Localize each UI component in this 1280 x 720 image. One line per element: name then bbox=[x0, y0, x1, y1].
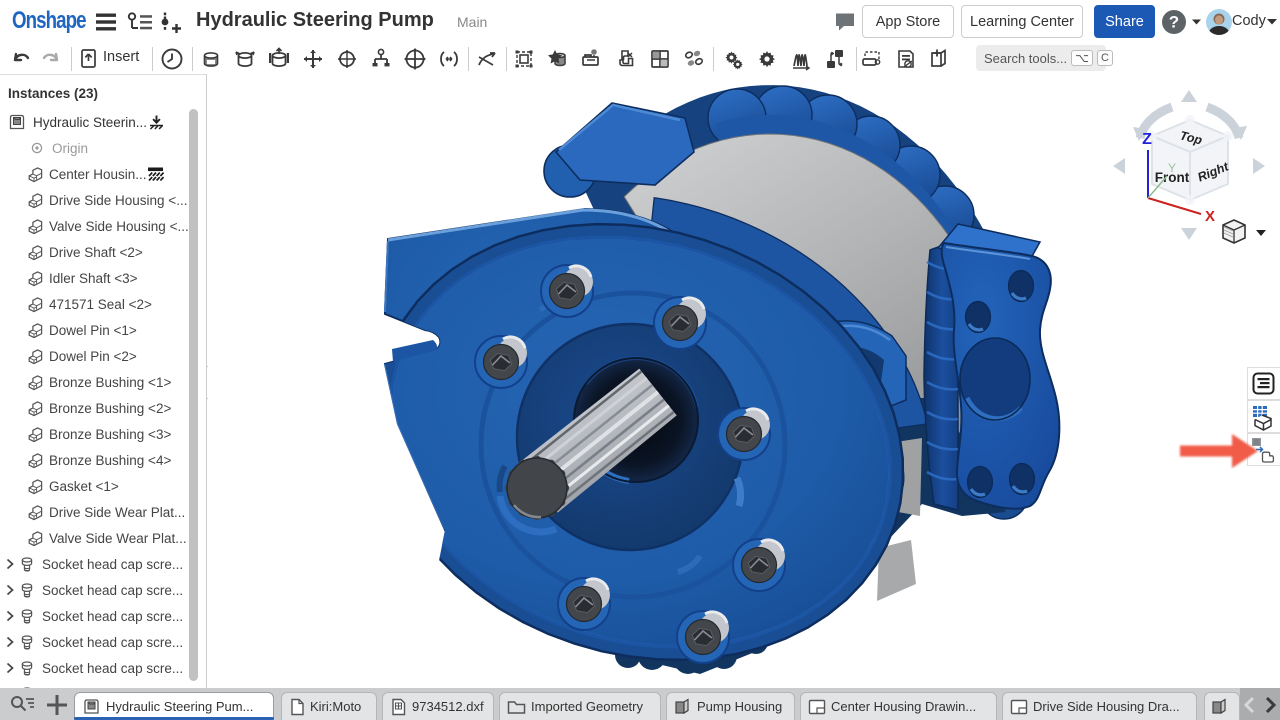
svg-text:?: ? bbox=[1169, 13, 1179, 32]
svg-text:Z: Z bbox=[1142, 131, 1152, 148]
svg-text:X: X bbox=[1205, 208, 1215, 225]
svg-text:Y: Y bbox=[1168, 161, 1176, 175]
